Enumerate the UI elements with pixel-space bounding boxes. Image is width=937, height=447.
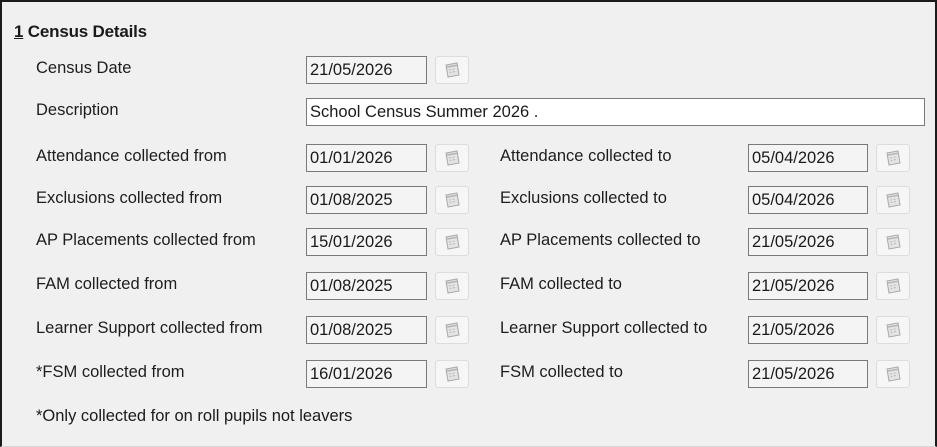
from-date-field[interactable]: 16/01/2026 — [306, 360, 427, 388]
calendar-icon — [443, 61, 461, 79]
calendar-icon — [443, 149, 461, 167]
to-date-picker-button[interactable] — [876, 316, 910, 344]
calendar-icon — [884, 149, 902, 167]
from-date-picker-button[interactable] — [435, 186, 469, 214]
to-date-picker-button[interactable] — [876, 186, 910, 214]
from-label: AP Placements collected from — [36, 231, 256, 249]
to-date-picker-button[interactable] — [876, 144, 910, 172]
to-date-field[interactable]: 05/04/2026 — [748, 186, 868, 214]
description-field[interactable]: School Census Summer 2026 . — [306, 98, 925, 126]
to-date-field[interactable]: 05/04/2026 — [748, 144, 868, 172]
to-label: FSM collected to — [500, 363, 623, 381]
from-label: Learner Support collected from — [36, 319, 263, 337]
census-date-field[interactable]: 21/05/2026 — [306, 56, 427, 84]
to-label: Learner Support collected to — [500, 319, 708, 337]
census-date-label: Census Date — [36, 59, 132, 77]
calendar-icon — [884, 191, 902, 209]
to-label: AP Placements collected to — [500, 231, 701, 249]
from-date-field[interactable]: 01/08/2025 — [306, 186, 427, 214]
from-date-picker-button[interactable] — [435, 144, 469, 172]
from-date-field[interactable]: 15/01/2026 — [306, 228, 427, 256]
calendar-icon — [884, 233, 902, 251]
section-title: Census Details — [27, 22, 147, 41]
from-label: FAM collected from — [36, 275, 178, 293]
from-date-picker-button[interactable] — [435, 272, 469, 300]
description-label: Description — [36, 101, 119, 119]
to-date-picker-button[interactable] — [876, 272, 910, 300]
from-label: *FSM collected from — [36, 363, 185, 381]
from-date-field[interactable]: 01/08/2025 — [306, 316, 427, 344]
to-date-field[interactable]: 21/05/2026 — [748, 360, 868, 388]
calendar-icon — [443, 365, 461, 383]
to-date-field[interactable]: 21/05/2026 — [748, 272, 868, 300]
from-label: Attendance collected from — [36, 147, 227, 165]
calendar-icon — [884, 277, 902, 295]
from-date-picker-button[interactable] — [435, 316, 469, 344]
to-date-picker-button[interactable] — [876, 360, 910, 388]
from-date-picker-button[interactable] — [435, 360, 469, 388]
footnote: *Only collected for on roll pupils not l… — [36, 407, 353, 425]
from-date-field[interactable]: 01/01/2026 — [306, 144, 427, 172]
census-date-picker-button[interactable] — [435, 56, 469, 84]
calendar-icon — [443, 277, 461, 295]
from-date-picker-button[interactable] — [435, 228, 469, 256]
calendar-icon — [443, 233, 461, 251]
calendar-icon — [884, 321, 902, 339]
to-date-field[interactable]: 21/05/2026 — [748, 316, 868, 344]
to-label: Exclusions collected to — [500, 189, 667, 207]
from-date-field[interactable]: 01/08/2025 — [306, 272, 427, 300]
from-label: Exclusions collected from — [36, 189, 223, 207]
to-label: Attendance collected to — [500, 147, 672, 165]
calendar-icon — [884, 365, 902, 383]
section-heading: 1 Census Details — [14, 22, 147, 42]
calendar-icon — [443, 321, 461, 339]
calendar-icon — [443, 191, 461, 209]
census-details-window: 1 Census Details Census Date 21/05/2026 … — [0, 0, 937, 447]
section-number: 1 — [14, 22, 24, 41]
to-date-picker-button[interactable] — [876, 228, 910, 256]
to-date-field[interactable]: 21/05/2026 — [748, 228, 868, 256]
to-label: FAM collected to — [500, 275, 622, 293]
